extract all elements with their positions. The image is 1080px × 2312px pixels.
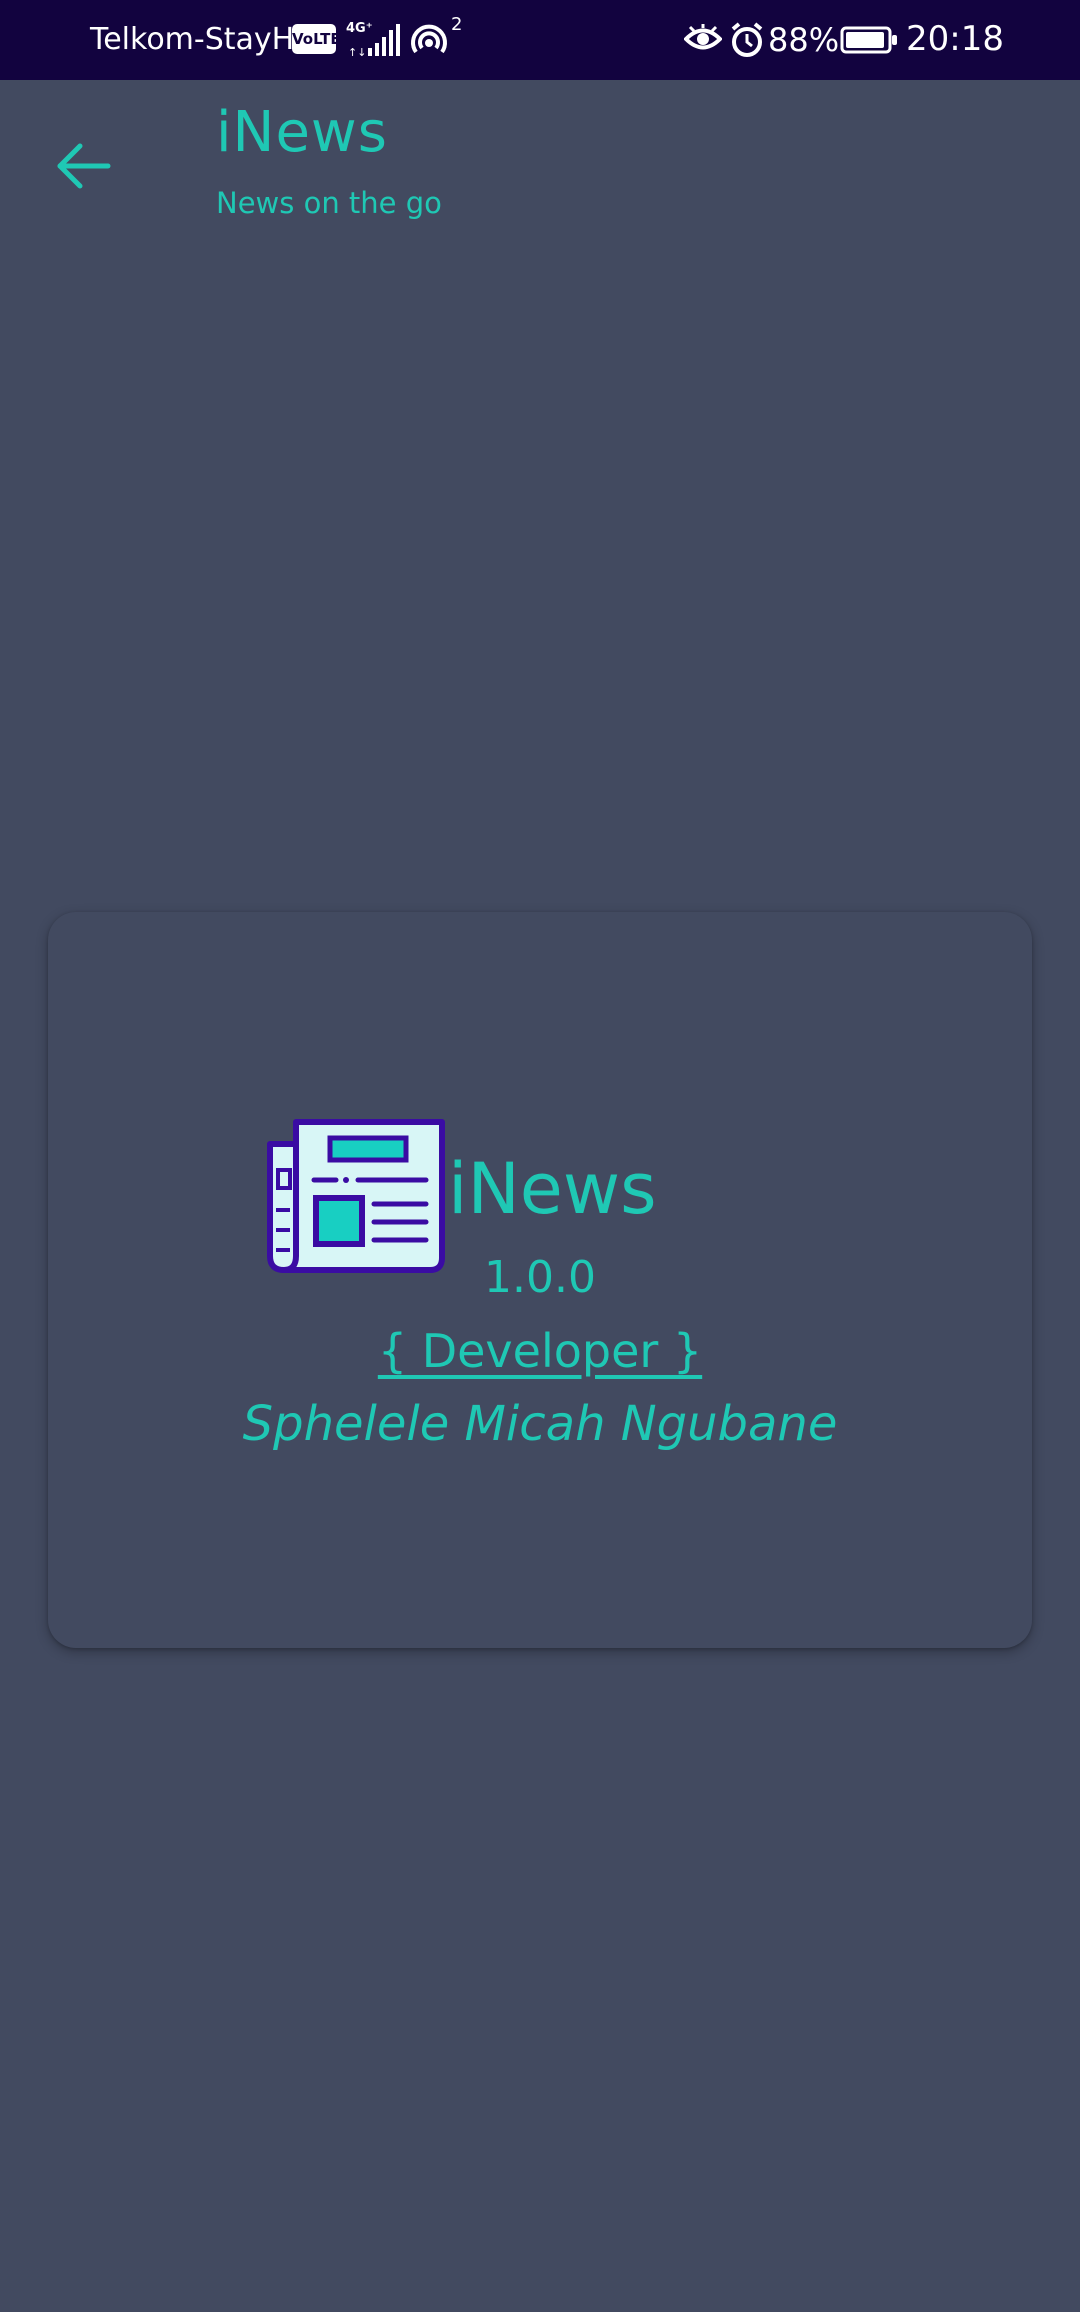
- battery-percent: 88%: [768, 21, 840, 59]
- clock-time: 20:18: [906, 19, 1004, 59]
- card-app-name: iNews: [448, 1148, 657, 1230]
- app-version: 1.0.0: [484, 1252, 596, 1303]
- app-bar-title: iNews: [216, 100, 388, 165]
- arrow-left-icon: [57, 143, 111, 189]
- about-card: iNews 1.0.0 { Developer } Sphelele Micah…: [48, 912, 1032, 1648]
- volte-icon: VoLTE: [292, 24, 341, 54]
- back-button[interactable]: [48, 130, 120, 202]
- carrier-name: Telkom-StayH...: [90, 22, 323, 57]
- status-bar: Telkom-StayH... VoLTE 4G⁺ ↑↓ 2 88% 20:18: [0, 0, 1080, 80]
- hotspot-count: 2: [451, 14, 463, 35]
- svg-text:↑↓: ↑↓: [348, 46, 366, 59]
- hotspot-icon: [410, 22, 448, 64]
- eye-comfort-icon: [683, 24, 723, 58]
- developer-label: { Developer }: [377, 1324, 703, 1378]
- alarm-icon: [730, 22, 764, 62]
- developer-name: Sphelele Micah Ngubane: [242, 1396, 838, 1452]
- svg-text:4G⁺: 4G⁺: [346, 21, 373, 36]
- battery-icon: [840, 26, 898, 58]
- signal-icon: 4G⁺ ↑↓: [346, 20, 402, 64]
- app-bar-subtitle: News on the go: [216, 186, 442, 220]
